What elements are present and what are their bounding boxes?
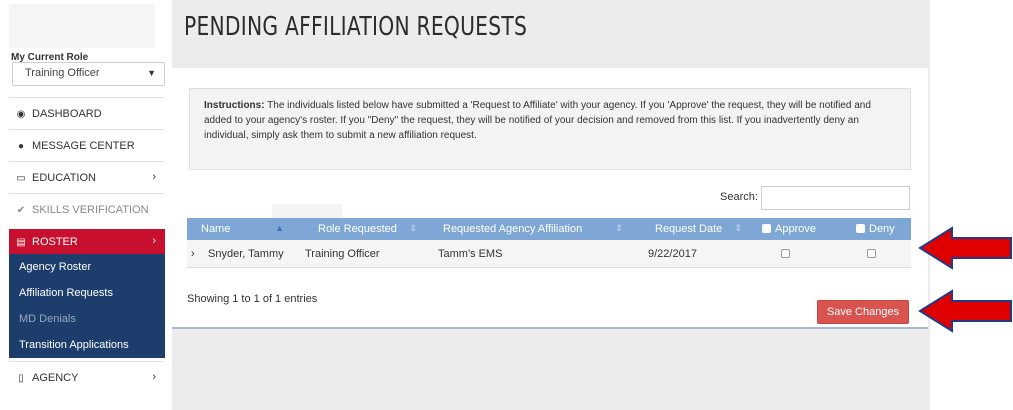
sidebar-item-education[interactable]: ▭ EDUCATION ›: [9, 161, 165, 193]
sidebar-item-label: MESSAGE CENTER: [32, 140, 135, 152]
sort-asc-icon: ▲: [275, 223, 284, 233]
sidebar-item-agency[interactable]: ▯ AGENCY ›: [9, 361, 165, 393]
sidebar-item-label: DASHBOARD: [32, 108, 102, 120]
instructions-heading: Instructions:: [204, 100, 265, 111]
approve-all-checkbox[interactable]: [762, 224, 771, 233]
sort-icon: ⇕: [734, 223, 742, 233]
cell-date: 9/22/2017: [648, 248, 697, 260]
sidebar-item-roster[interactable]: ▤ ROSTER ›: [9, 229, 165, 254]
submenu-item-transition-applications[interactable]: Transition Applications: [9, 332, 165, 358]
deny-checkbox[interactable]: [867, 249, 876, 258]
deny-all-checkbox[interactable]: [856, 224, 865, 233]
checkmark-icon: ✔: [16, 205, 26, 216]
submenu-item-affiliation-requests[interactable]: Affiliation Requests: [9, 280, 165, 306]
approve-checkbox-cell: [781, 240, 801, 268]
role-select-value: Training Officer: [25, 67, 100, 79]
cell-role: Training Officer: [305, 248, 380, 260]
sidebar-item-skills-verification[interactable]: ✔ SKILLS VERIFICATION: [9, 193, 165, 225]
submenu-item-md-denials[interactable]: MD Denials: [9, 306, 165, 332]
sidebar-item-label: ROSTER: [32, 236, 78, 248]
column-label: Role Requested: [318, 223, 397, 235]
sidebar-item-label: EDUCATION: [32, 172, 96, 184]
instructions-text: The individuals listed below have submit…: [204, 100, 871, 141]
column-header-date[interactable]: Request Date ⇕: [629, 218, 748, 240]
role-select[interactable]: Training Officer ▼: [12, 62, 165, 86]
app-window: My Current Role Training Officer ▼ ◉ DASH…: [0, 0, 1013, 410]
list-icon: ▤: [16, 237, 26, 248]
monitor-icon: ▭: [16, 173, 26, 184]
column-label: Name: [201, 223, 231, 235]
column-header-agency[interactable]: Requested Agency Affiliation ⇕: [423, 218, 629, 240]
chevron-right-icon: ›: [152, 235, 156, 247]
logo-area: [9, 4, 155, 48]
column-label: Request Date: [655, 223, 723, 235]
sidebar-item-label: SKILLS VERIFICATION: [32, 204, 149, 216]
approve-checkbox[interactable]: [781, 249, 790, 258]
chevron-right-icon: ›: [152, 371, 156, 383]
requests-panel: Instructions: The individuals listed bel…: [172, 68, 928, 329]
save-changes-button[interactable]: Save Changes: [817, 300, 909, 324]
column-header-approve[interactable]: Approve: [748, 218, 836, 240]
table-info: Showing 1 to 1 of 1 entries: [187, 293, 318, 305]
submenu-item-agency-roster[interactable]: Agency Roster: [9, 254, 165, 280]
table-header: Name ▲ Role Requested ⇕ Requested Agency…: [187, 218, 911, 240]
sidebar-nav: ◉ DASHBOARD ● MESSAGE CENTER ▭ EDUCATION › …: [9, 97, 165, 393]
caret-down-icon: ▼: [147, 68, 156, 78]
chevron-right-icon: ›: [152, 171, 156, 183]
column-label: Deny: [869, 223, 895, 235]
sidebar: My Current Role Training Officer ▼ ◉ DASH…: [9, 0, 165, 410]
search-label: Search:: [720, 191, 758, 203]
building-icon: ▯: [18, 373, 24, 384]
column-label: Approve: [775, 223, 816, 235]
table-row: › Snyder, Tammy Training Officer Tamm's …: [187, 240, 911, 268]
sidebar-item-dashboard[interactable]: ◉ DASHBOARD: [9, 97, 165, 129]
column-header-role[interactable]: Role Requested ⇕: [290, 218, 423, 240]
sort-icon: ⇕: [409, 223, 417, 233]
column-header-deny[interactable]: Deny: [836, 218, 911, 240]
requests-table: Name ▲ Role Requested ⇕ Requested Agency…: [187, 204, 911, 268]
red-arrow-icon: [918, 289, 1012, 333]
expand-row-icon[interactable]: ›: [191, 240, 205, 268]
sort-icon: ⇕: [615, 223, 623, 233]
search-input[interactable]: [761, 186, 910, 210]
column-header-name[interactable]: Name ▲: [187, 218, 290, 240]
roster-submenu: Agency Roster Affiliation Requests MD De…: [9, 254, 165, 358]
sidebar-item-message-center[interactable]: ● MESSAGE CENTER: [9, 129, 165, 161]
red-arrow-icon: [918, 226, 1012, 270]
cell-agency: Tamm's EMS: [438, 248, 503, 260]
instructions-box: Instructions: The individuals listed bel…: [189, 88, 911, 170]
page-title: Pending Affiliation Requests: [184, 12, 528, 42]
sidebar-item-label: AGENCY: [32, 372, 79, 384]
chat-bubble-icon: ●: [17, 141, 25, 152]
header-overlay: [272, 204, 342, 218]
main-content: Pending Affiliation Requests Instruction…: [172, 0, 930, 410]
dashboard-icon: ◉: [16, 109, 26, 120]
deny-checkbox-cell: [867, 240, 887, 268]
cell-name: Snyder, Tammy: [208, 248, 284, 260]
column-label: Requested Agency Affiliation: [443, 223, 583, 235]
